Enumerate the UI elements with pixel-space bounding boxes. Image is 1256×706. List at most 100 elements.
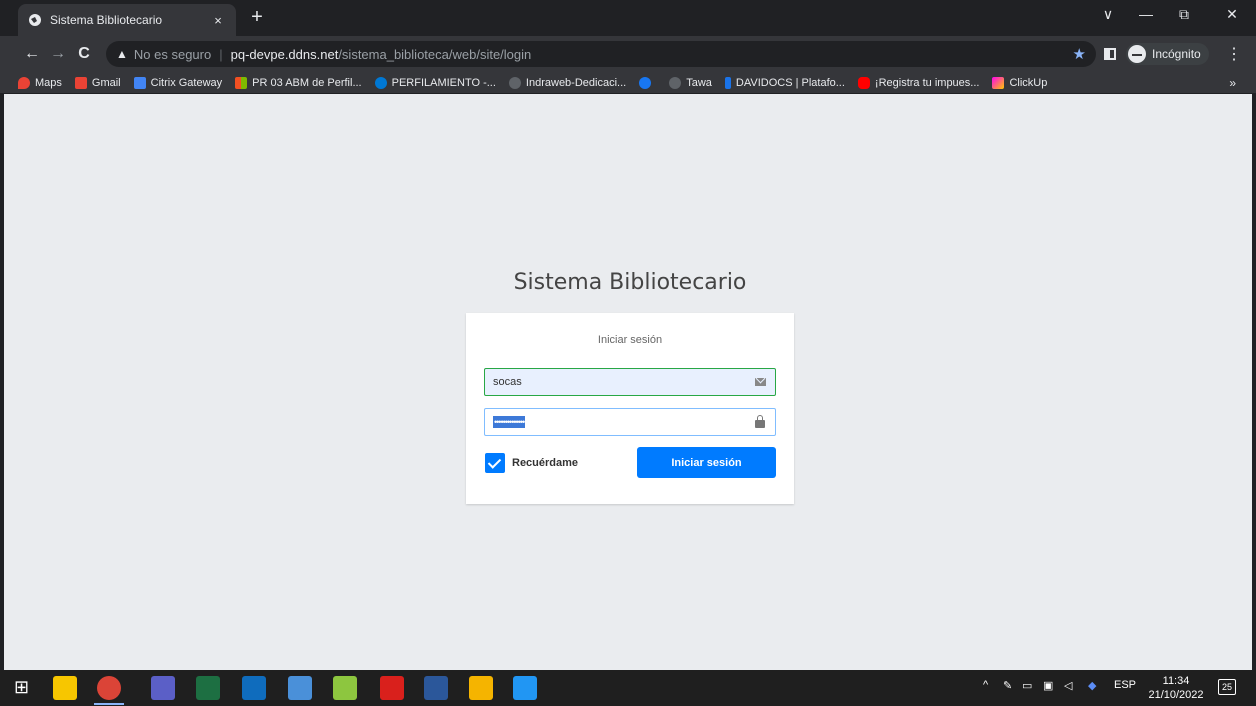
clickup-icon	[992, 76, 1005, 89]
bookmark-label: Citrix Gateway	[150, 76, 223, 89]
word-icon[interactable]	[424, 676, 448, 700]
citrix-icon	[133, 76, 146, 89]
remember-me-checkbox[interactable]: Recuérdame	[485, 453, 578, 473]
tab-search-icon[interactable]: ∨	[1096, 6, 1120, 23]
envelope-icon	[753, 378, 767, 386]
bookmark-perfilamiento[interactable]: PERFILAMIENTO -...	[374, 76, 496, 89]
remember-me-label: Recuérdame	[512, 457, 579, 469]
url-path: /sistema_biblioteca/web/site/login	[338, 46, 532, 62]
sticky-notes-icon[interactable]	[53, 676, 77, 700]
bookmark-gmail[interactable]: Gmail	[74, 76, 121, 89]
bookmark-clickup[interactable]: ClickUp	[992, 76, 1048, 89]
lock-icon	[753, 415, 767, 428]
browser-tab[interactable]: Sistema Bibliotecario ×	[18, 4, 236, 36]
username-value: socas	[493, 376, 522, 388]
bookmarks-overflow-icon[interactable]: »	[1229, 76, 1236, 90]
page-viewport: Sistema Bibliotecario Iniciar sesión soc…	[4, 94, 1252, 670]
insecure-label: No es seguro	[133, 46, 212, 62]
bookmark-label: PR 03 ABM de Perfil...	[252, 76, 362, 89]
minimize-button[interactable]: —	[1134, 6, 1158, 22]
password-value: ••••••••••••••	[493, 416, 525, 428]
youtube-icon	[857, 76, 870, 89]
chrome-icon[interactable]	[97, 676, 121, 700]
gmail-icon	[74, 76, 87, 89]
incognito-label: Incógnito	[1152, 47, 1201, 61]
maps-icon	[18, 76, 30, 89]
bookmark-facebook[interactable]	[639, 76, 656, 89]
bookmark-label: ClickUp	[1009, 76, 1048, 89]
warning-icon[interactable]: ▲	[116, 47, 128, 61]
pen-icon[interactable]: ✎	[1003, 679, 1012, 692]
outlook-icon[interactable]	[242, 676, 266, 700]
login-button[interactable]: Iniciar sesión	[637, 447, 776, 478]
taskbar: ⊞ ^ ✎ ▭ ▣ ◁ ◆ ESP 11:34 21/10/2022 25	[0, 670, 1256, 706]
side-panel-icon[interactable]	[1104, 48, 1116, 60]
globe-icon	[29, 14, 41, 26]
bookmark-label: ¡Registra tu impues...	[874, 76, 980, 89]
bookmark-star-icon[interactable]: ★	[1073, 45, 1086, 63]
volume-icon[interactable]: ◁	[1064, 679, 1072, 692]
checkbox-checked-icon[interactable]	[485, 453, 505, 473]
reload-button[interactable]: C	[74, 44, 94, 64]
incognito-icon	[1128, 45, 1146, 63]
acrobat-icon[interactable]	[380, 676, 404, 700]
bookmark-label: Maps	[35, 76, 62, 89]
bookmark-label: Indraweb-Dedicaci...	[525, 76, 627, 89]
davidocs-icon	[724, 76, 731, 89]
bookmark-pr03[interactable]: PR 03 ABM de Perfil...	[235, 76, 362, 89]
security-shield-icon[interactable]: ◆	[1088, 679, 1096, 692]
battery-icon[interactable]: ▭	[1022, 679, 1032, 692]
back-button[interactable]: ←	[22, 44, 42, 64]
windows-start-icon[interactable]: ⊞	[14, 677, 29, 698]
globe-icon	[508, 76, 521, 89]
file-explorer-icon[interactable]	[469, 676, 493, 700]
incognito-badge[interactable]: Incógnito	[1126, 43, 1209, 65]
restore-button[interactable]: ⧉	[1172, 6, 1196, 23]
active-app-indicator	[94, 703, 124, 705]
notepad-icon[interactable]	[288, 676, 312, 700]
address-bar[interactable]: ▲ No es seguro | pq-devpe.ddns.net /sist…	[106, 41, 1096, 67]
teams-icon[interactable]	[151, 676, 175, 700]
new-tab-button[interactable]: +	[246, 7, 268, 27]
close-window-button[interactable]: ✕	[1220, 6, 1244, 23]
tray-overflow-icon[interactable]: ^	[983, 679, 988, 691]
page-title: Sistema Bibliotecario	[513, 270, 747, 295]
clock[interactable]: 11:34 21/10/2022	[1146, 674, 1206, 702]
tab-strip: Sistema Bibliotecario × + ∨ — ⧉ ✕	[0, 0, 1256, 36]
clock-time: 11:34	[1162, 675, 1190, 687]
browser-toolbar: ← → C ▲ No es seguro | pq-devpe.ddns.net…	[0, 36, 1256, 72]
login-box: Iniciar sesión socas •••••••••••••• Recu…	[466, 313, 794, 504]
photos-icon[interactable]	[513, 676, 537, 700]
language-indicator[interactable]: ESP	[1114, 679, 1136, 691]
bookmark-tawa[interactable]: Tawa	[669, 76, 712, 89]
clock-date: 21/10/2022	[1148, 689, 1204, 701]
password-input[interactable]: ••••••••••••••	[484, 408, 776, 436]
aha-icon[interactable]	[333, 676, 357, 700]
bookmark-label: DAVIDOCS | Platafo...	[735, 76, 845, 89]
bookmark-label: Gmail	[91, 76, 121, 89]
facebook-icon	[639, 76, 652, 89]
url-separator: |	[219, 46, 223, 62]
bookmark-maps[interactable]: Maps	[18, 76, 62, 89]
bookmark-davidocs[interactable]: DAVIDOCS | Platafo...	[724, 76, 845, 89]
bookmark-indraweb[interactable]: Indraweb-Dedicaci...	[508, 76, 627, 89]
forward-button[interactable]: →	[48, 44, 68, 64]
tab-title: Sistema Bibliotecario	[50, 13, 163, 27]
bookmark-registra[interactable]: ¡Registra tu impues...	[857, 76, 980, 89]
screen: Sistema Bibliotecario × + ∨ — ⧉ ✕ ← → C …	[0, 0, 1256, 706]
login-box-message: Iniciar sesión	[597, 334, 663, 346]
bookmark-label: Tawa	[686, 76, 712, 89]
bookmarks-bar: Maps Gmail Citrix Gateway PR 03 ABM de P…	[0, 72, 1256, 94]
globe-icon	[669, 76, 682, 89]
url-host: pq-devpe.ddns.net	[230, 46, 339, 62]
network-icon[interactable]: ▣	[1043, 679, 1053, 692]
username-input[interactable]: socas	[484, 368, 776, 396]
notification-icon[interactable]: 25	[1218, 679, 1236, 695]
bookmark-citrix[interactable]: Citrix Gateway	[133, 76, 223, 89]
tab-close-icon[interactable]: ×	[210, 13, 226, 28]
excel-icon[interactable]	[196, 676, 220, 700]
onedrive-icon	[374, 76, 387, 89]
bookmark-label: PERFILAMIENTO -...	[391, 76, 496, 89]
microsoft-icon	[235, 76, 248, 89]
browser-menu-icon[interactable]: ⋮	[1226, 44, 1242, 64]
